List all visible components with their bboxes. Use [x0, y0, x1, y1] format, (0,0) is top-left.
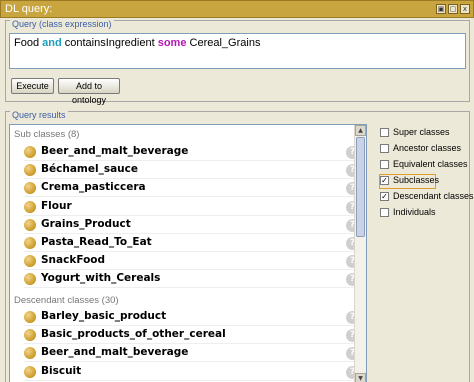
result-row[interactable]: SnackFood?	[24, 253, 359, 271]
class-name: Yogurt_with_Cereals	[41, 272, 161, 285]
query-group: Query (class expression) Food and contai…	[5, 19, 470, 105]
restore-icon[interactable]: ▣	[436, 4, 446, 14]
option-label: Individuals	[393, 207, 436, 217]
option-individuals[interactable]: Individuals	[380, 207, 470, 220]
checkbox-icon[interactable]	[380, 160, 389, 169]
class-icon	[24, 329, 36, 342]
expr-property: containsIngredient	[61, 37, 158, 49]
option-label: Descendant classes	[393, 191, 474, 201]
result-row[interactable]: Barley_basic_product?	[24, 309, 359, 326]
window-controls: ▣ ▢ x	[436, 4, 470, 14]
class-expression-input[interactable]: Food and containsIngredient some Cereal_…	[9, 33, 466, 69]
window-title-bar: DL query: ▣ ▢ x	[0, 0, 474, 18]
option-subclasses[interactable]: ✓ Subclasses	[379, 174, 439, 189]
checkbox-icon[interactable]	[380, 208, 389, 217]
result-row[interactable]: Crema_pasticcera?	[24, 180, 359, 198]
class-name: SnackFood	[41, 254, 106, 267]
expr-keyword-and: and	[42, 37, 62, 49]
scroll-down-icon[interactable]: ▼	[355, 373, 366, 382]
results-list[interactable]: Sub classes (8) Beer_and_malt_beverage? B…	[9, 124, 367, 382]
option-ancestor-classes[interactable]: Ancestor classes	[380, 143, 470, 156]
class-icon	[24, 218, 36, 231]
results-group: Query results Sub classes (8) Beer_and_m…	[5, 110, 474, 382]
class-name: Beer_and_malt_beverage	[41, 145, 189, 157]
class-name: Pasta_Read_To_Eat	[41, 236, 152, 248]
option-label: Ancestor classes	[393, 143, 462, 153]
descendants-header: Descendant classes (30)	[14, 295, 119, 306]
class-icon	[24, 182, 36, 195]
checkbox-icon[interactable]: ✓	[380, 192, 389, 201]
execute-button[interactable]: Execute	[11, 78, 54, 94]
maximize-icon[interactable]: ▢	[448, 4, 458, 14]
class-name: Grains_Product	[41, 217, 131, 230]
query-group-label: Query (class expression)	[10, 19, 114, 29]
checkbox-icon[interactable]	[380, 128, 389, 137]
checkbox-icon[interactable]	[380, 144, 389, 153]
class-icon	[24, 164, 36, 177]
class-name: Barley_basic_product	[41, 310, 167, 322]
option-label: Super classes	[393, 127, 450, 137]
results-scrollbar[interactable]: ▲ ▼	[354, 125, 366, 382]
scroll-thumb[interactable]	[356, 137, 365, 237]
class-icon	[24, 311, 36, 323]
option-label: Subclasses	[393, 175, 440, 185]
results-group-label: Query results	[10, 110, 68, 120]
result-row[interactable]: Flour?	[24, 199, 359, 216]
class-name: Basic_products_of_other_cereal	[41, 328, 226, 341]
class-icon	[24, 347, 36, 360]
class-icon	[24, 365, 36, 378]
class-icon	[24, 146, 36, 158]
result-row[interactable]: Yogurt_with_Cereals?	[24, 271, 359, 289]
window-title: DL query:	[5, 3, 53, 15]
class-name: Beer_and_malt_beverage	[41, 346, 189, 359]
class-icon	[24, 273, 36, 286]
result-row[interactable]: Grains_Product?	[24, 217, 359, 234]
option-super-classes[interactable]: Super classes	[380, 127, 470, 140]
expr-class-cereal: Cereal_Grains	[186, 37, 261, 49]
option-equivalent-classes[interactable]: Equivalent classes	[380, 159, 470, 172]
result-row[interactable]: Biscuit?	[24, 364, 359, 381]
class-name: Béchamel_sauce	[41, 163, 138, 176]
checkbox-icon[interactable]: ✓	[380, 176, 389, 185]
result-row[interactable]: Pasta_Read_To_Eat?	[24, 235, 359, 252]
add-to-ontology-button[interactable]: Add to ontology	[58, 78, 120, 105]
option-descendant-classes[interactable]: ✓ Descendant classes	[380, 191, 474, 204]
class-icon	[24, 255, 36, 268]
scroll-up-icon[interactable]: ▲	[355, 125, 366, 136]
option-label: Equivalent classes	[393, 159, 468, 169]
class-name: Crema_pasticcera	[41, 181, 146, 194]
result-row[interactable]: Béchamel_sauce?	[24, 162, 359, 180]
result-row[interactable]: Basic_products_of_other_cereal?	[24, 327, 359, 345]
class-icon	[24, 237, 36, 249]
expr-keyword-some: some	[157, 37, 187, 49]
subclasses-header: Sub classes (8)	[14, 129, 80, 140]
class-name: Biscuit	[41, 364, 82, 377]
result-row[interactable]: Beer_and_malt_beverage?	[24, 144, 359, 161]
close-icon[interactable]: x	[460, 4, 470, 14]
result-row[interactable]: Beer_and_malt_beverage?	[24, 345, 359, 363]
class-icon	[24, 200, 36, 213]
expr-class-food: Food	[14, 37, 43, 49]
class-name: Flour	[41, 199, 72, 212]
